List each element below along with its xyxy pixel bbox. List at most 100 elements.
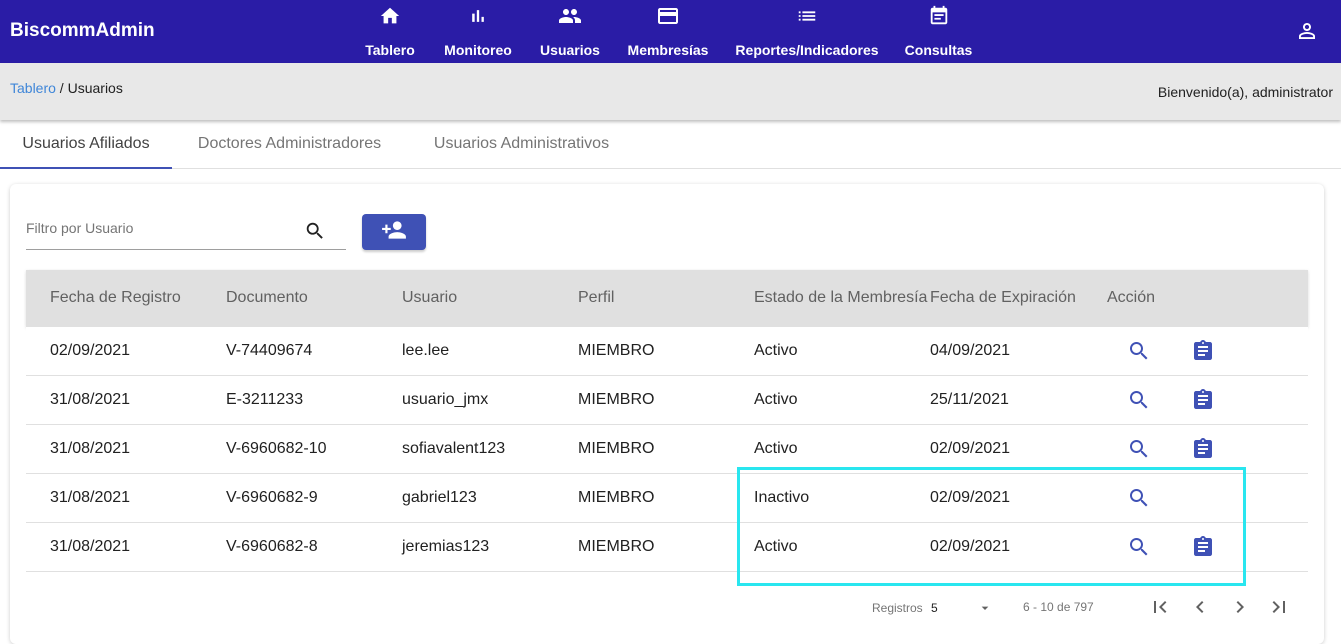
- nav-item-monitoreo[interactable]: Monitoreo: [444, 4, 512, 60]
- breadcrumb-link-tablero[interactable]: Tablero: [10, 80, 56, 96]
- dropdown-arrow-icon: [977, 600, 993, 619]
- cell-fecha-registro: 02/09/2021: [50, 342, 131, 359]
- breadcrumb: Tablero / Usuarios: [10, 80, 123, 96]
- cell-fecha-registro: 31/08/2021: [50, 391, 131, 408]
- cell-fecha-expiracion: 04/09/2021: [930, 342, 1011, 359]
- column-header-usuario[interactable]: Usuario: [402, 289, 457, 307]
- people-icon: [558, 4, 582, 28]
- breadcrumb-separator: /: [55, 80, 68, 96]
- cell-usuario: usuario_jmx: [402, 391, 489, 408]
- cell-estado-membresia: Activo: [754, 440, 798, 457]
- table-row: 31/08/2021 V-6960682-9 gabriel123 MIEMBRO In…: [26, 474, 1308, 523]
- cell-fecha-expiracion: 02/09/2021: [930, 440, 1011, 457]
- add-user-button[interactable]: [362, 214, 426, 250]
- nav-item-label: Reportes/Indicadores: [735, 42, 879, 58]
- cell-estado-membresia: Inactivo: [754, 489, 810, 506]
- paginator: Registros 5 6 - 10 de 797: [26, 584, 1308, 628]
- cell-estado-membresia: Activo: [754, 538, 798, 555]
- cell-fecha-registro: 31/08/2021: [50, 440, 131, 457]
- last-page-icon[interactable]: [1267, 595, 1291, 619]
- tab-usuarios-afiliados[interactable]: Usuarios Afiliados: [0, 120, 172, 169]
- view-details-search-icon[interactable]: [1127, 486, 1151, 510]
- cell-perfil: MIEMBRO: [578, 440, 655, 457]
- nav-item-membresias[interactable]: Membresías: [627, 4, 709, 60]
- page-size-select[interactable]: 5: [931, 598, 1001, 618]
- membership-clipboard-icon[interactable]: [1191, 339, 1215, 363]
- view-details-search-icon[interactable]: [1127, 388, 1151, 412]
- membership-clipboard-icon[interactable]: [1191, 535, 1215, 559]
- cell-usuario: jeremias123: [402, 538, 490, 555]
- nav-item-label: Membresías: [627, 42, 709, 58]
- cell-perfil: MIEMBRO: [578, 489, 655, 506]
- tab-usuarios-administrativos[interactable]: Usuarios Administrativos: [407, 120, 636, 168]
- cell-perfil: MIEMBRO: [578, 342, 655, 359]
- page-range-label: 6 - 10 de 797: [1023, 600, 1094, 614]
- cell-usuario: sofiavalent123: [402, 440, 506, 457]
- cell-documento: V-6960682-9: [226, 489, 318, 506]
- cell-fecha-registro: 31/08/2021: [50, 489, 131, 506]
- page-size-label: Registros: [872, 601, 923, 615]
- cell-fecha-registro: 31/08/2021: [50, 538, 131, 555]
- breadcrumb-current: Usuarios: [67, 80, 123, 96]
- column-header-fecha-registro[interactable]: Fecha de Registro: [50, 289, 181, 307]
- nav-item-label: Consultas: [904, 42, 973, 58]
- tab-bar: Usuarios Afiliados Doctores Administrado…: [0, 120, 1341, 169]
- table-row: 31/08/2021 E-3211233 usuario_jmx MIEMBRO Act…: [26, 376, 1308, 425]
- users-table: Fecha de Registro Documento Usuario Perf…: [26, 270, 1308, 572]
- cell-fecha-expiracion: 25/11/2021: [930, 391, 1009, 408]
- cell-fecha-expiracion: 02/09/2021: [930, 489, 1011, 506]
- previous-page-icon[interactable]: [1188, 595, 1212, 619]
- welcome-text: Bienvenido(a), administrator: [1157, 84, 1333, 100]
- first-page-icon[interactable]: [1148, 595, 1172, 619]
- table-row: 31/08/2021 V-6960682-8 jeremias123 MIEMBRO A…: [26, 523, 1308, 572]
- user-filter-input[interactable]: [26, 216, 296, 240]
- cell-usuario: lee.lee: [402, 342, 450, 359]
- cell-estado-membresia: Activo: [754, 391, 798, 408]
- event-note-icon: [927, 4, 951, 28]
- nav-item-label: Tablero: [365, 42, 415, 58]
- column-header-accion: Acción: [1107, 289, 1156, 306]
- cell-estado-membresia: Activo: [754, 342, 798, 359]
- table-row: 02/09/2021 V-74409674 lee.lee MIEMBRO Activo…: [26, 327, 1308, 376]
- users-card: Fecha de Registro Documento Usuario Perf…: [10, 184, 1324, 644]
- cell-perfil: MIEMBRO: [578, 538, 655, 555]
- page-size-value: 5: [931, 601, 938, 615]
- view-details-search-icon[interactable]: [1127, 535, 1151, 559]
- search-icon[interactable]: [304, 220, 326, 242]
- home-icon: [378, 4, 402, 28]
- column-header-fecha-expiracion[interactable]: Fecha de Expiración: [930, 289, 1076, 307]
- brand-title[interactable]: BiscommAdmin: [10, 20, 155, 42]
- cell-fecha-expiracion: 02/09/2021: [930, 538, 1011, 555]
- membership-clipboard-icon[interactable]: [1191, 437, 1215, 461]
- nav-item-tablero[interactable]: Tablero: [365, 4, 415, 60]
- table-row: 31/08/2021 V-6960682-10 sofiavalent123 MIEM…: [26, 425, 1308, 474]
- cell-documento: V-6960682-8: [226, 538, 318, 555]
- list-icon: [795, 4, 819, 28]
- person-add-icon: [381, 217, 407, 248]
- view-details-search-icon[interactable]: [1127, 339, 1151, 363]
- view-details-search-icon[interactable]: [1127, 437, 1151, 461]
- table-header: Fecha de Registro Documento Usuario Perf…: [26, 270, 1308, 327]
- cell-documento: V-6960682-10: [226, 440, 327, 457]
- next-page-icon[interactable]: [1228, 595, 1252, 619]
- nav-item-label: Usuarios: [540, 42, 600, 58]
- nav-item-label: Monitoreo: [444, 42, 512, 58]
- nav-item-consultas[interactable]: Consultas: [904, 4, 973, 60]
- membership-clipboard-icon[interactable]: [1191, 388, 1215, 412]
- cell-perfil: MIEMBRO: [578, 391, 655, 408]
- account-icon[interactable]: [1295, 19, 1319, 43]
- top-app-bar: BiscommAdmin Tablero Monitoreo Usuarios …: [0, 0, 1341, 63]
- column-header-estado-membresia[interactable]: Estado de la Membresía: [754, 289, 927, 307]
- credit-card-icon: [656, 4, 680, 28]
- nav-item-reportes[interactable]: Reportes/Indicadores: [735, 4, 879, 60]
- breadcrumb-bar: Tablero / Usuarios Bienvenido(a), admini…: [0, 63, 1341, 120]
- cell-documento: V-74409674: [226, 342, 313, 359]
- column-header-documento[interactable]: Documento: [226, 289, 308, 307]
- column-header-perfil[interactable]: Perfil: [578, 289, 614, 307]
- bar-chart-icon: [466, 4, 490, 28]
- table-body: 02/09/2021 V-74409674 lee.lee MIEMBRO Activo…: [26, 327, 1308, 572]
- cell-documento: E-3211233: [226, 391, 304, 408]
- cell-usuario: gabriel123: [402, 489, 477, 506]
- tab-doctores-administradores[interactable]: Doctores Administradores: [172, 120, 407, 168]
- nav-item-usuarios[interactable]: Usuarios: [540, 4, 600, 60]
